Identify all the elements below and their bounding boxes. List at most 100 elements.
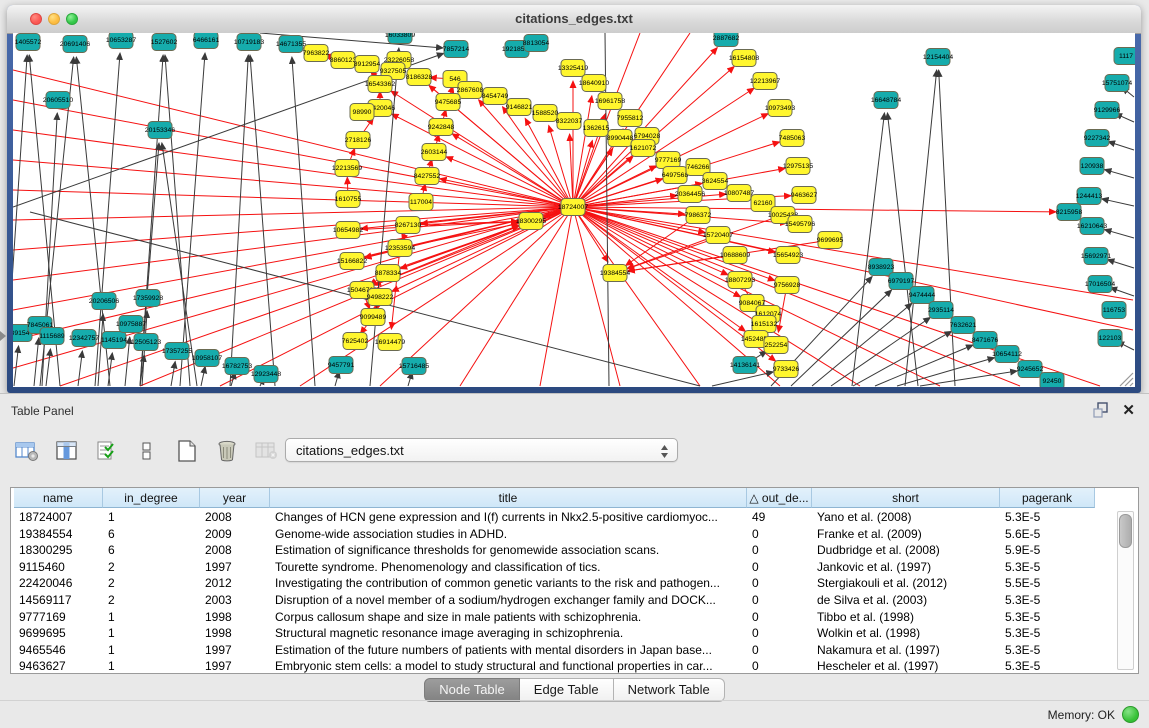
network-node[interactable]: 252254 — [764, 337, 788, 354]
network-node[interactable]: 19384554 — [600, 265, 630, 282]
column-header[interactable]: year — [200, 488, 270, 508]
table-cell[interactable]: 5.3E-5 — [1000, 609, 1095, 626]
table-cell[interactable]: 18724007 — [14, 509, 103, 526]
network-node[interactable]: 9245652 — [1017, 361, 1044, 378]
network-node[interactable]: 9699695 — [817, 232, 844, 249]
table-cell[interactable]: 1998 — [200, 625, 270, 642]
network-node[interactable]: 2935114 — [928, 302, 954, 319]
network-node[interactable]: 9227342 — [1084, 130, 1111, 147]
table-cell[interactable]: 0 — [747, 575, 812, 592]
citation-edge-black[interactable] — [201, 366, 205, 386]
float-window-icon[interactable] — [1093, 402, 1109, 418]
citation-edge-black[interactable] — [165, 55, 190, 386]
citation-edge-black[interactable] — [712, 372, 773, 386]
network-node[interactable]: 122103 — [1098, 330, 1122, 347]
table-cell[interactable]: 5.6E-5 — [1000, 526, 1095, 543]
network-node[interactable]: 8215958 — [1056, 204, 1083, 221]
table-cell[interactable]: 1997 — [200, 559, 270, 576]
citation-edge-black[interactable] — [250, 55, 275, 386]
network-node[interactable]: 9242848 — [428, 119, 455, 136]
network-node[interactable]: 3624554 — [702, 173, 729, 190]
table-cell[interactable]: Genome-wide association studies in ADHD. — [270, 526, 747, 543]
table-cell[interactable]: 1 — [103, 509, 200, 526]
column-header[interactable]: name — [14, 488, 103, 508]
table-cell[interactable]: 1997 — [200, 642, 270, 659]
network-node[interactable]: 8322037 — [556, 113, 583, 130]
network-node[interactable]: 18300295 — [516, 213, 546, 230]
network-node[interactable]: 2887682 — [713, 33, 740, 47]
network-node[interactable]: 9498222 — [367, 289, 394, 306]
network-node[interactable]: 18807293 — [725, 272, 755, 289]
network-node[interactable]: 15495796 — [785, 216, 815, 233]
citation-edge-red[interactable] — [13, 207, 573, 340]
table-cell[interactable]: Yano et al. (2008) — [812, 509, 1000, 526]
table-cell[interactable]: 9465546 — [14, 642, 103, 659]
network-node[interactable]: 1117 — [1114, 48, 1135, 65]
network-node[interactable]: 14136141 — [730, 357, 760, 374]
table-cell[interactable]: 0 — [747, 526, 812, 543]
citation-edge-black[interactable] — [42, 113, 57, 386]
citation-edge-red[interactable] — [573, 207, 700, 386]
network-node[interactable]: 116753 — [1102, 302, 1126, 319]
table-cell[interactable]: 0 — [747, 542, 812, 559]
citation-edge-black[interactable] — [1108, 142, 1134, 150]
network-node[interactable]: 1362615 — [583, 120, 610, 137]
network-node[interactable]: 17016504 — [1085, 276, 1115, 293]
citation-edge-red[interactable] — [573, 207, 1133, 300]
citation-edge-black[interactable] — [14, 346, 19, 386]
network-node[interactable]: 12342757 — [69, 330, 99, 347]
table-cell[interactable]: 2009 — [200, 526, 270, 543]
network-node[interactable]: 12923448 — [251, 366, 281, 383]
table-cell[interactable]: Wolkin et al. (1998) — [812, 625, 1000, 642]
table-cell[interactable]: 14569117 — [14, 592, 103, 609]
network-node[interactable]: 9457791 — [328, 357, 355, 374]
network-node[interactable]: 16033809 — [385, 33, 415, 44]
citation-edge-black[interactable] — [1104, 170, 1134, 178]
network-node[interactable]: 16154808 — [729, 50, 759, 67]
table-cell[interactable]: Nakamura et al. (1997) — [812, 642, 1000, 659]
column-header[interactable]: short — [812, 488, 1000, 508]
network-node[interactable]: 16648784 — [871, 92, 901, 109]
network-node[interactable]: 20364456 — [675, 186, 705, 203]
network-node[interactable]: 10975887 — [116, 316, 146, 333]
resize-grip-icon[interactable] — [1120, 373, 1133, 386]
network-node[interactable]: 10653287 — [106, 33, 136, 49]
table-cell[interactable]: 2 — [103, 559, 200, 576]
table-cell[interactable]: 0 — [747, 658, 812, 674]
table-cell[interactable]: Franke et al. (2009) — [812, 526, 1000, 543]
network-node[interactable]: 8878334 — [375, 265, 402, 282]
citation-edge-black[interactable] — [939, 70, 955, 386]
tab-edge-table[interactable]: Edge Table — [520, 678, 614, 702]
citation-edge-black[interactable] — [791, 290, 892, 386]
table-cell[interactable]: 0 — [747, 559, 812, 576]
table-cell[interactable]: 1 — [103, 658, 200, 674]
tab-network-table[interactable]: Network Table — [614, 678, 725, 702]
table-settings-icon[interactable] — [14, 438, 40, 464]
network-node[interactable]: 10654112 — [992, 346, 1022, 363]
citation-edge-black[interactable] — [1110, 288, 1134, 296]
network-node[interactable]: 1588520 — [532, 105, 559, 122]
network-node[interactable]: 1405572 — [15, 34, 42, 51]
network-node[interactable]: 8912954 — [354, 56, 381, 73]
table-cell[interactable]: 5.3E-5 — [1000, 592, 1095, 609]
network-node[interactable]: 7485063 — [779, 130, 806, 147]
table-cell[interactable]: Embryonic stem cells: a model to study s… — [270, 658, 747, 674]
network-node[interactable]: 10958107 — [192, 350, 222, 367]
network-node[interactable]: 6497568 — [662, 167, 689, 184]
table-cell[interactable]: 6 — [103, 542, 200, 559]
network-node[interactable]: 6466161 — [193, 33, 220, 49]
network-node[interactable]: 117004 — [409, 194, 433, 211]
network-node[interactable]: 13325419 — [558, 60, 588, 77]
column-header[interactable]: pagerank — [1000, 488, 1095, 508]
select-functions-icon[interactable] — [94, 438, 120, 464]
table-cell[interactable]: 5.3E-5 — [1000, 625, 1095, 642]
table-cell[interactable]: 9463627 — [14, 658, 103, 674]
network-node[interactable]: 8990448 — [607, 130, 634, 147]
network-node[interactable]: 9733426 — [773, 361, 800, 378]
table-cell[interactable]: Hescheler et al. (1997) — [812, 658, 1000, 674]
citation-edge-black[interactable] — [852, 113, 884, 386]
table-cell[interactable]: Estimation of significance thresholds fo… — [270, 542, 747, 559]
network-node[interactable]: 2718126 — [345, 132, 372, 149]
table-cell[interactable]: Changes of HCN gene expression and I(f) … — [270, 509, 747, 526]
network-node[interactable]: 16210643 — [1077, 218, 1107, 235]
